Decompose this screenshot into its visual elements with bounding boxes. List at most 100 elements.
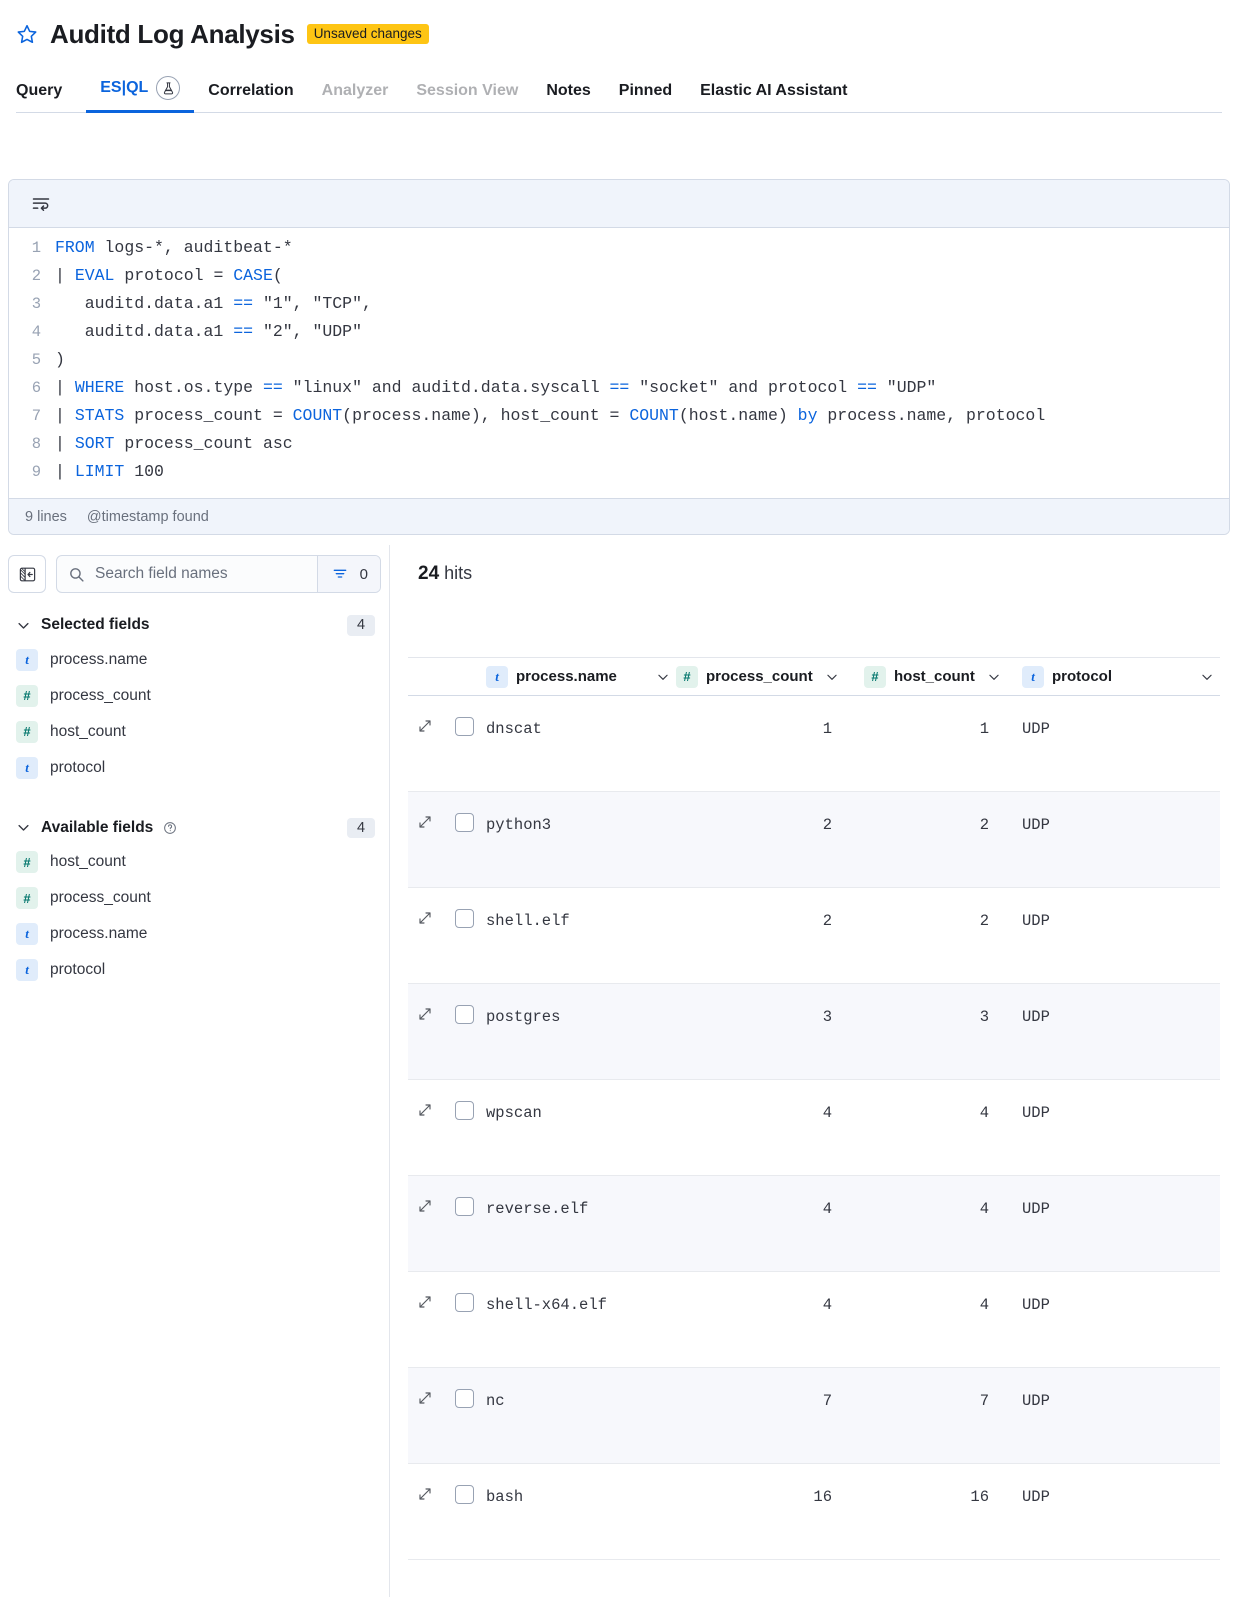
column-header-process-name[interactable]: t process.name [486, 666, 676, 688]
table-row[interactable]: dnscat11UDP [408, 696, 1220, 792]
code-area[interactable]: 1FROM logs-*, auditbeat-*2| EVAL protoco… [9, 228, 1229, 498]
cell-process-count: 2 [676, 888, 864, 930]
code-line[interactable]: 1FROM logs-*, auditbeat-* [9, 238, 1229, 266]
cell-process-count: 16 [676, 1464, 864, 1506]
tab-session-view[interactable]: Session View [402, 74, 532, 112]
cell-host-count: 16 [864, 1464, 1022, 1506]
timestamp-found-label: @timestamp found [87, 509, 209, 525]
expand-row-icon[interactable] [408, 1368, 442, 1406]
sidebar-top: 0 [8, 555, 381, 593]
row-checkbox[interactable] [455, 717, 474, 736]
line-number: 9 [9, 463, 55, 481]
tab-pinned[interactable]: Pinned [605, 74, 686, 112]
selected-field-row[interactable]: tprocess.name [8, 642, 381, 678]
row-checkbox[interactable] [455, 1101, 474, 1120]
chevron-down-icon [16, 618, 31, 633]
tab-label: Correlation [208, 82, 293, 100]
code-line[interactable]: 9| LIMIT 100 [9, 462, 1229, 490]
selected-field-row[interactable]: #host_count [8, 714, 381, 750]
table-row[interactable]: shell-x64.elf44UDP [408, 1272, 1220, 1368]
hits-row: 24 hits [408, 555, 1220, 585]
column-header-process-count[interactable]: # process_count [676, 666, 864, 688]
row-checkbox[interactable] [455, 813, 474, 832]
expand-row-icon[interactable] [408, 696, 442, 734]
available-field-row[interactable]: #process_count [8, 880, 381, 916]
chevron-down-icon[interactable] [825, 670, 839, 684]
row-checkbox[interactable] [455, 1005, 474, 1024]
row-checkbox[interactable] [455, 1485, 474, 1504]
code-text: ) [55, 350, 65, 369]
table-row[interactable]: shell.elf22UDP [408, 888, 1220, 984]
field-filter-button[interactable]: 0 [317, 556, 380, 592]
cell-process-count: 3 [676, 984, 864, 1026]
expand-row-icon[interactable] [408, 792, 442, 830]
row-checkbox[interactable] [455, 1389, 474, 1408]
code-line[interactable]: 7| STATS process_count = COUNT(process.n… [9, 406, 1229, 434]
cell-process-count: 4 [676, 1176, 864, 1218]
help-circle-icon[interactable] [163, 821, 177, 835]
field-sidebar: 0 Selected fields 4 tprocess.name#proces… [0, 545, 390, 1597]
expand-row-icon[interactable] [408, 1176, 442, 1214]
code-line[interactable]: 2| EVAL protocol = CASE( [9, 266, 1229, 294]
line-wrap-icon[interactable] [29, 192, 53, 216]
expand-row-icon[interactable] [408, 1080, 442, 1118]
chevron-down-icon[interactable] [987, 670, 1001, 684]
field-type-badge: t [16, 923, 38, 945]
chevron-down-icon[interactable] [1200, 670, 1214, 684]
cell-process-count: 4 [676, 1272, 864, 1314]
table-row[interactable]: reverse.elf44UDP [408, 1176, 1220, 1272]
tab-correlation[interactable]: Correlation [194, 74, 307, 112]
expand-row-icon[interactable] [408, 1464, 442, 1502]
selected-field-row[interactable]: tprotocol [8, 750, 381, 786]
cell-process-name: bash [486, 1464, 676, 1506]
code-line[interactable]: 8| SORT process_count asc [9, 434, 1229, 462]
code-line[interactable]: 4 auditd.data.a1 == "2", "UDP" [9, 322, 1229, 350]
available-field-row[interactable]: tprocess.name [8, 916, 381, 952]
available-fields-header[interactable]: Available fields 4 [8, 812, 381, 845]
expand-row-icon[interactable] [408, 888, 442, 926]
code-line[interactable]: 5) [9, 350, 1229, 378]
table-row[interactable]: python322UDP [408, 792, 1220, 888]
available-field-row[interactable]: #host_count [8, 844, 381, 880]
code-line[interactable]: 3 auditd.data.a1 == "1", "TCP", [9, 294, 1229, 322]
table-row[interactable]: nc77UDP [408, 1368, 1220, 1464]
code-line[interactable]: 6| WHERE host.os.type == "linux" and aud… [9, 378, 1229, 406]
expand-row-icon[interactable] [408, 984, 442, 1022]
selected-fields-header[interactable]: Selected fields 4 [8, 609, 381, 642]
panel-collapse-icon[interactable] [8, 555, 46, 593]
available-field-row[interactable]: tprotocol [8, 952, 381, 988]
cell-host-count: 3 [864, 984, 1022, 1026]
grid-header-row: t process.name # process_count # host_co… [408, 658, 1220, 696]
table-row[interactable]: bash1616UDP [408, 1464, 1220, 1560]
tab-esql[interactable]: ES|QL [86, 68, 194, 112]
tab-notes[interactable]: Notes [532, 74, 604, 112]
row-checkbox[interactable] [455, 909, 474, 928]
chevron-down-icon[interactable] [656, 670, 670, 684]
results-panel: 24 hits t process.name # process_count [390, 545, 1238, 1597]
field-name: process_count [50, 889, 151, 907]
row-checkbox[interactable] [455, 1197, 474, 1216]
search-input[interactable] [93, 556, 317, 592]
expand-row-icon[interactable] [408, 1272, 442, 1310]
tab-elastic-ai-assistant[interactable]: Elastic AI Assistant [686, 74, 861, 112]
line-number: 1 [9, 239, 55, 257]
table-row[interactable]: wpscan44UDP [408, 1080, 1220, 1176]
beaker-icon [156, 76, 180, 100]
tab-query[interactable]: Query [16, 74, 76, 112]
row-checkbox[interactable] [455, 1293, 474, 1312]
column-header-protocol[interactable]: t protocol [1022, 666, 1220, 688]
field-type-badge: # [16, 851, 38, 873]
app-header: Auditd Log Analysis Unsaved changes Quer… [0, 0, 1238, 113]
tab-analyzer[interactable]: Analyzer [308, 74, 403, 112]
selected-field-row[interactable]: #process_count [8, 678, 381, 714]
cell-process-name: nc [486, 1368, 676, 1410]
favorite-star-icon[interactable] [16, 23, 38, 45]
column-label: process.name [516, 668, 617, 685]
table-row[interactable]: postgres33UDP [408, 984, 1220, 1080]
tab-label: Notes [546, 82, 590, 100]
code-text: auditd.data.a1 == "2", "UDP" [55, 322, 362, 341]
available-fields-list: #host_count#process_counttprocess.nametp… [8, 844, 381, 988]
search-field-names-box: 0 [56, 555, 381, 593]
cell-host-count: 7 [864, 1368, 1022, 1410]
column-header-host-count[interactable]: # host_count [864, 666, 1022, 688]
